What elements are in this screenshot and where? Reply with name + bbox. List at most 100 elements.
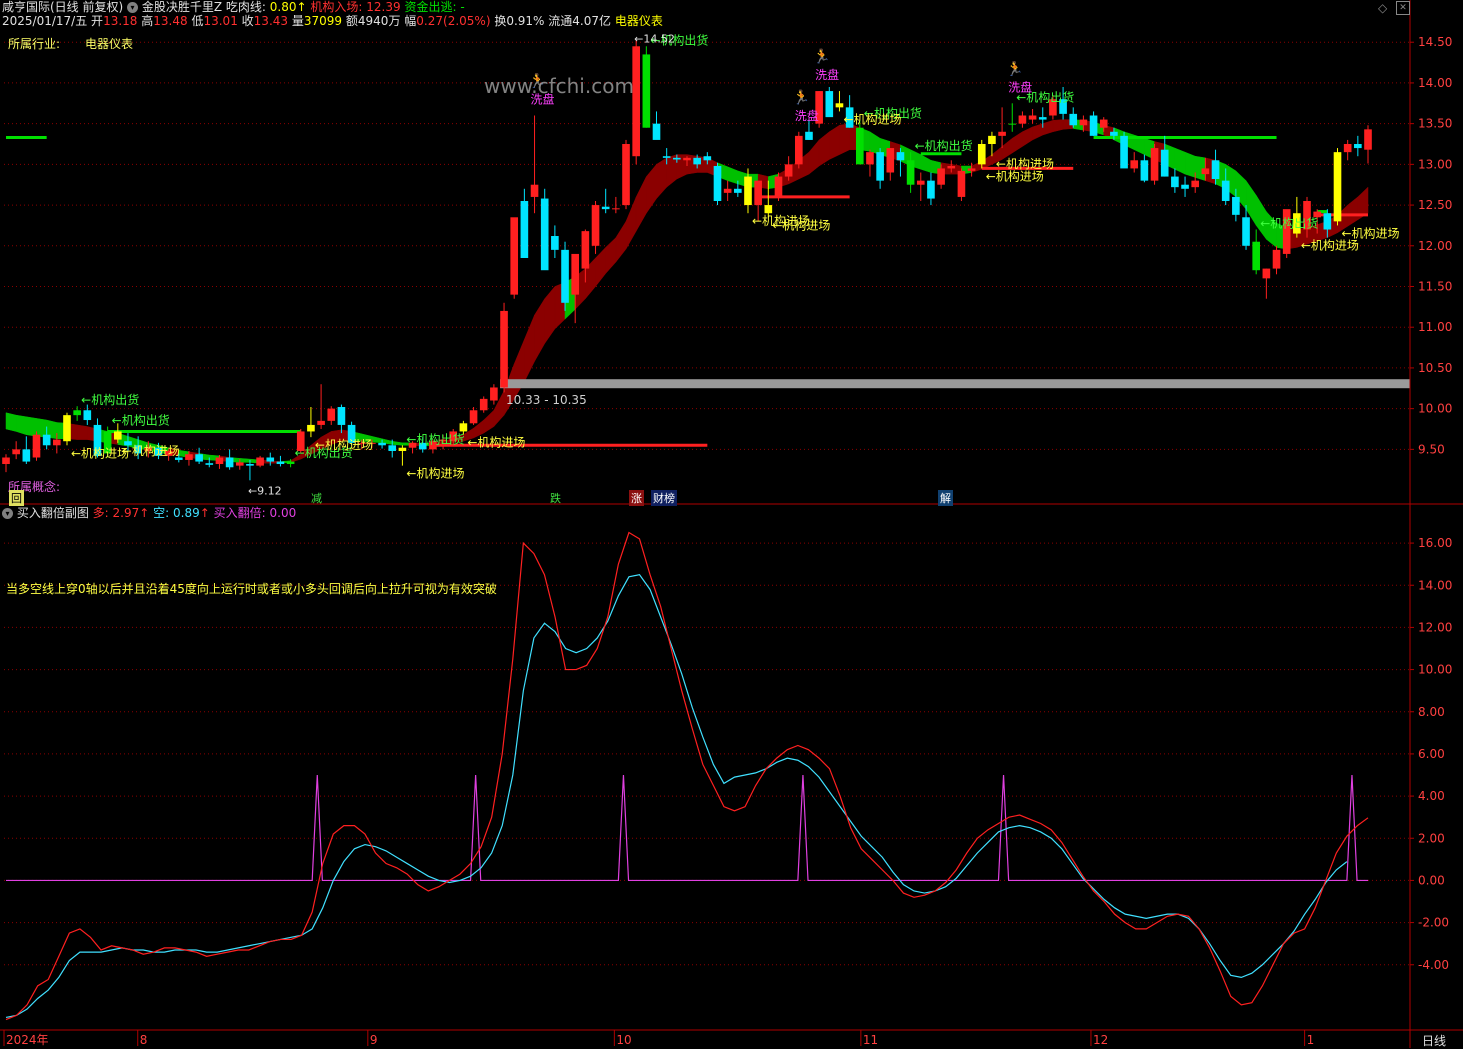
candle-body (205, 463, 214, 465)
entry-signal-label: ←机构进场 (122, 443, 180, 458)
ribbon-segment (483, 409, 495, 434)
candle-body (1333, 152, 1342, 222)
candle-body (673, 157, 681, 160)
vol-label: 量 (291, 14, 304, 28)
entry-signal-label: ←机构进场 (406, 466, 464, 481)
chart-canvas[interactable]: 10.33 - 10.35 ←机构出货←机构出货←机构出货←机构出货←机构出货←… (0, 0, 1463, 1048)
candle-body (916, 180, 925, 185)
candle-body (266, 457, 275, 462)
ribbon-segment (1347, 196, 1359, 227)
candle-body (1089, 115, 1098, 136)
candle-body (947, 165, 956, 169)
candle-body (581, 231, 590, 269)
ribbon-segment (1194, 155, 1206, 181)
ribbon-segment (36, 418, 47, 438)
sub-y-tick-label: 8.00 (1418, 705, 1445, 719)
event-tag-caibang[interactable]: 财榜 (651, 490, 677, 506)
circle-down-icon[interactable]: ▾ (127, 2, 139, 13)
sub-y-tick-label: 10.00 (1418, 663, 1452, 677)
candle-body (1110, 131, 1118, 136)
candle-body (1252, 241, 1261, 271)
ribbon-segment (1174, 147, 1186, 175)
candle-body (327, 408, 336, 421)
runner-icon: 🏃 (793, 89, 810, 106)
diamond-icon[interactable]: ◇ (1378, 1, 1387, 15)
stock-title: 咸亨国际(日线 前复权) (2, 0, 124, 14)
zijin-label: 资金出逃: (404, 0, 457, 14)
sub-y-tick-label: -4.00 (1418, 958, 1449, 972)
candle-body (1130, 160, 1139, 169)
y-tick-label: 11.00 (1418, 320, 1452, 334)
ribbon-segment (1032, 123, 1043, 141)
ribbon-segment (1184, 151, 1196, 178)
ribbon-segment (686, 154, 698, 175)
ribbon-segment (5, 412, 17, 432)
ribbon-segment (605, 237, 617, 275)
event-tag-zhang[interactable]: 涨 (629, 490, 644, 506)
sub-y-tick-label: -2.00 (1418, 916, 1449, 930)
x-tick-label: 9 (370, 1033, 378, 1047)
candle-body (459, 423, 468, 432)
candle-body (1150, 148, 1159, 181)
x-tick-label: 1 (1307, 1033, 1315, 1047)
x-tick-label: 12 (1093, 1033, 1108, 1047)
entry-signal-label: ←机构进场 (772, 217, 830, 232)
ribbon-segment (656, 157, 667, 200)
event-tag-jian[interactable]: 减 (309, 490, 324, 506)
candle-body (784, 164, 793, 177)
y-tick-label: 14.50 (1418, 35, 1452, 49)
chirou-value: 0.80↑ (269, 0, 307, 14)
y-tick-label: 10.00 (1418, 402, 1452, 416)
period-label[interactable]: 日线 (1422, 1032, 1446, 1049)
low-label: 低 (191, 14, 204, 28)
candle-body (510, 217, 519, 295)
event-tag-jie[interactable]: 解 (938, 490, 953, 506)
candle-body (1171, 176, 1179, 188)
event-tag-die[interactable]: 跌 (548, 490, 563, 506)
wash-signal-label: 洗盘 (795, 108, 819, 123)
turnover-value: 换0.91% (494, 14, 545, 28)
low-mark-label: ←9.12 (248, 484, 282, 497)
support-band-label: 10.33 - 10.35 (506, 393, 587, 407)
sub-note: 当多空线上穿0轴以后并且沿着45度向上运行时或者或小多头回调后向上拉升可视为有效… (6, 582, 497, 596)
sub-indicator-name: 买入翻倍副图 (16, 506, 89, 520)
ribbon-segment (1052, 119, 1064, 133)
duo-label: 多: (92, 506, 109, 520)
candle-body (22, 449, 31, 462)
zijin-value: - (460, 0, 465, 14)
candle-body (693, 157, 701, 165)
amount-value: 4940万 (357, 14, 401, 28)
candle-body (83, 410, 92, 421)
candle-body (540, 198, 549, 271)
ribbon-segment (26, 416, 37, 437)
kong-value: 0.89 (173, 506, 200, 520)
jigou-label: 机构入场: (310, 0, 363, 14)
candle-body (225, 457, 234, 468)
chirou-label: 吃肉线: (225, 0, 266, 14)
sub-y-tick-label: 16.00 (1418, 536, 1452, 550)
ribbon-segment (808, 139, 820, 175)
candle-body (713, 165, 722, 201)
candle-body (1232, 196, 1240, 215)
candle-body (764, 205, 773, 214)
mairu-value: 0.00 (269, 506, 297, 520)
candle-body (1079, 119, 1088, 126)
ribbon-segment (513, 339, 525, 400)
event-tag-hui[interactable]: 回 (9, 490, 24, 506)
candle-body (1038, 117, 1047, 120)
candle-body (652, 123, 661, 140)
candle-body (906, 160, 915, 185)
candle-body (601, 206, 610, 210)
close-icon[interactable]: ✕ (1396, 1, 1410, 15)
sub-y-tick-label: 12.00 (1418, 620, 1452, 634)
candle-body (185, 454, 193, 460)
candle-body (683, 157, 691, 161)
ribbon-segment (1022, 126, 1033, 147)
runner-icon: 🏃 (1006, 60, 1023, 77)
ribbon-segment (1012, 131, 1023, 154)
candle-body (286, 461, 295, 465)
circle-down-icon[interactable]: ▾ (2, 508, 13, 519)
candle-body (591, 205, 600, 246)
candle-body (63, 415, 71, 442)
ribbon-segment (15, 414, 27, 436)
